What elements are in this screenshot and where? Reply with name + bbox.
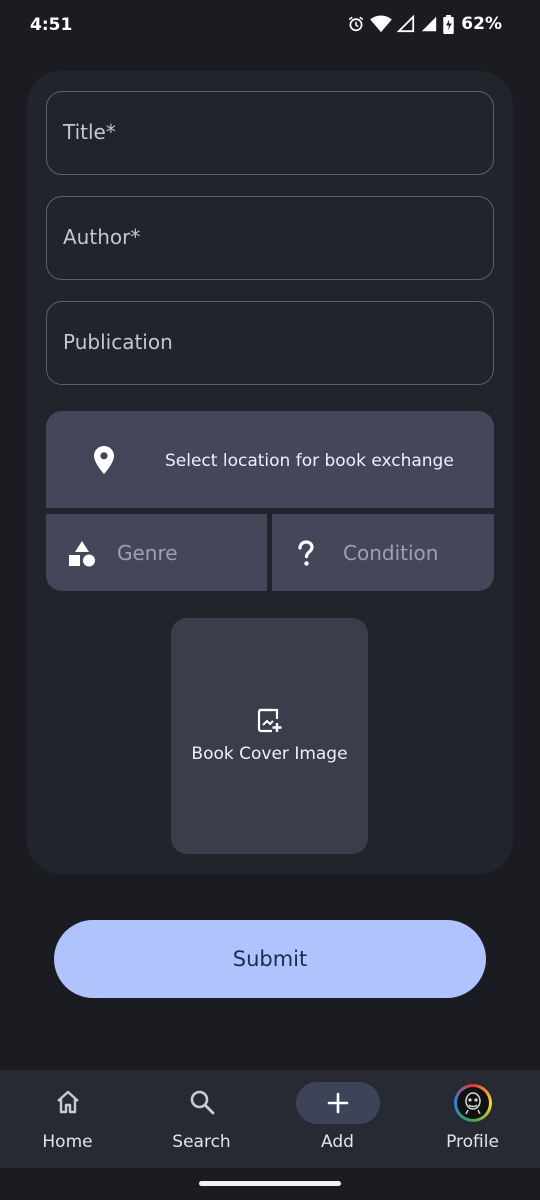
- nav-label-home: Home: [42, 1132, 93, 1152]
- nav-item-add[interactable]: Add: [270, 1070, 405, 1168]
- battery-percent: 62%: [461, 14, 502, 34]
- status-bar: 4:51 62%: [0, 0, 540, 52]
- status-icons: 62%: [347, 14, 502, 34]
- genre-button[interactable]: Genre: [46, 514, 267, 591]
- nav-item-home[interactable]: Home: [0, 1070, 135, 1168]
- author-field[interactable]: Author*: [46, 196, 494, 280]
- battery-icon: [443, 14, 455, 34]
- condition-label: Condition: [343, 541, 439, 565]
- search-icon: [190, 1090, 214, 1115]
- category-shapes-icon: [69, 541, 95, 567]
- home-icon: [56, 1090, 79, 1114]
- nav-label-add: Add: [321, 1132, 354, 1152]
- genre-label: Genre: [117, 541, 178, 565]
- condition-button[interactable]: Condition: [272, 514, 494, 591]
- author-placeholder: Author*: [63, 225, 141, 249]
- nav-label-profile: Profile: [446, 1132, 499, 1152]
- plus-icon: [327, 1092, 348, 1114]
- avatar: [453, 1084, 492, 1122]
- publication-placeholder: Publication: [63, 330, 173, 354]
- add-image-icon: [257, 708, 282, 733]
- book-cover-label: Book Cover Image: [191, 744, 348, 764]
- alarm-icon: [349, 16, 364, 32]
- book-cover-picker[interactable]: Book Cover Image: [171, 618, 368, 854]
- gesture-navigation-bar[interactable]: [199, 1181, 341, 1186]
- location-label: Select location for book exchange: [165, 451, 454, 471]
- location-pin-icon: [94, 446, 114, 474]
- select-location-button[interactable]: Select location for book exchange: [46, 411, 494, 508]
- bottom-navigation: Home Search Add Profile: [0, 1070, 540, 1168]
- wifi-icon: [370, 15, 393, 33]
- nav-label-search: Search: [172, 1132, 231, 1152]
- publication-field[interactable]: Publication: [46, 301, 494, 385]
- signal-icon-2: [422, 16, 437, 32]
- nav-item-search[interactable]: Search: [134, 1070, 269, 1168]
- title-field[interactable]: Title*: [46, 91, 494, 175]
- status-time: 4:51: [30, 15, 73, 35]
- question-mark-icon: [298, 540, 314, 566]
- signal-icon: [397, 15, 415, 33]
- nav-item-profile[interactable]: Profile: [405, 1070, 540, 1168]
- title-placeholder: Title*: [63, 120, 116, 144]
- submit-button[interactable]: Submit: [54, 920, 486, 998]
- profile-picture-icon: [464, 1092, 481, 1114]
